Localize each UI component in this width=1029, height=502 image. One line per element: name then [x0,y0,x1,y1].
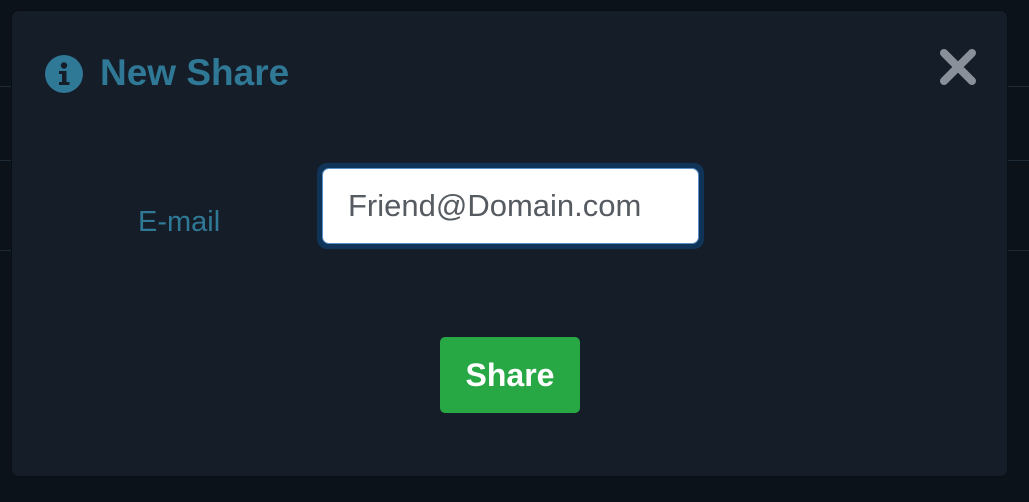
email-form-row: E-mail [12,161,1007,261]
share-button[interactable]: Share [440,337,580,413]
new-share-dialog: New Share E-mail Share [12,11,1007,476]
email-field-focus-ring [317,163,704,249]
email-label: E-mail [138,206,221,238]
info-circle-icon [45,55,83,93]
email-field[interactable] [322,168,699,244]
dialog-header: New Share [12,11,1007,135]
close-x-icon[interactable] [936,45,980,89]
dialog-title: New Share [100,52,290,93]
